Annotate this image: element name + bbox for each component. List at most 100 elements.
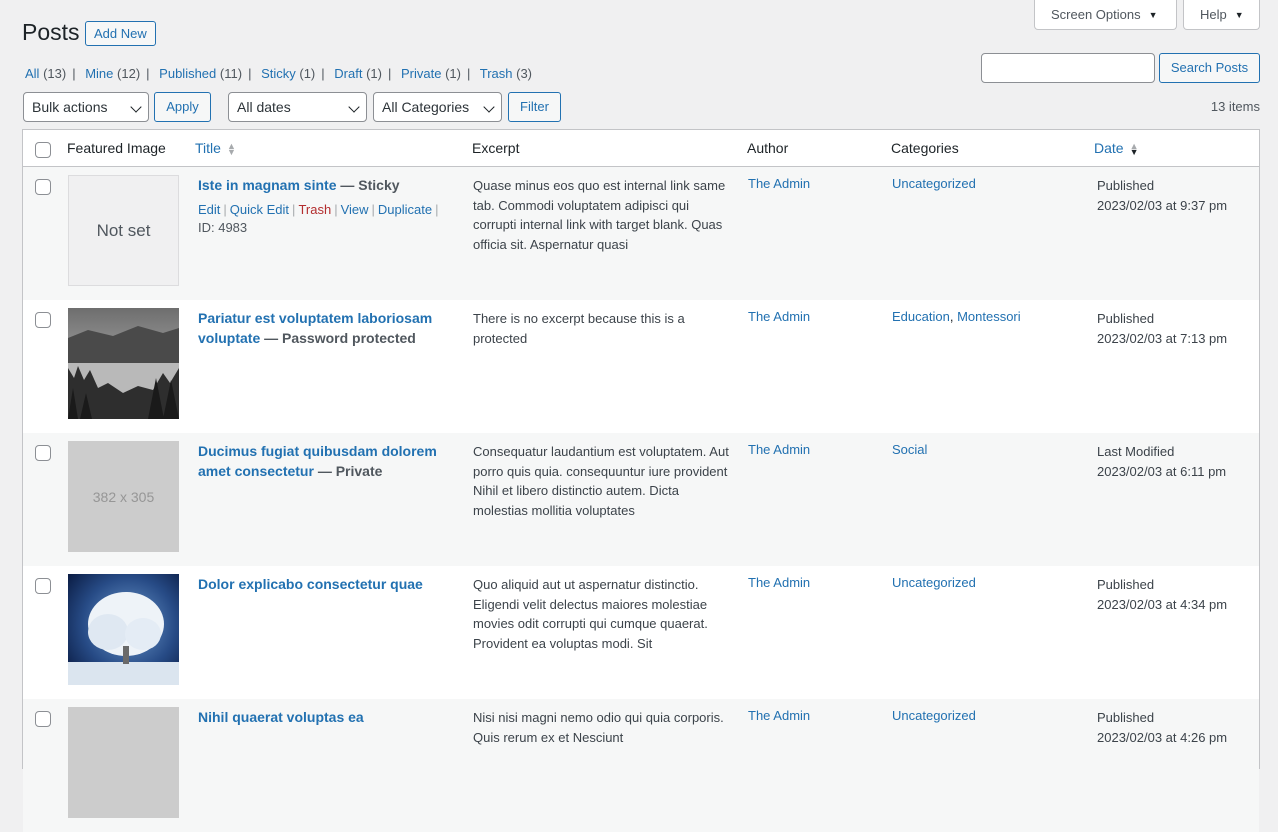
column-date[interactable]: Date ▲ ▼ bbox=[1094, 140, 1139, 158]
view-link[interactable]: View bbox=[341, 202, 369, 217]
post-title: Nihil quaerat voluptas ea bbox=[198, 707, 458, 727]
row-actions: Edit | Quick Edit | Trash | View | Duplicate | bbox=[198, 202, 439, 217]
view-private[interactable]: Private bbox=[401, 66, 441, 81]
post-title-link[interactable]: Dolor explicabo consectetur quae bbox=[198, 576, 423, 592]
date-value: 2023/02/03 at 6:11 pm bbox=[1097, 463, 1227, 479]
post-title-link[interactable]: Iste in magnam sinte bbox=[198, 177, 336, 193]
table-row: Not set Iste in magnam sinte — Sticky Ed… bbox=[23, 167, 1259, 300]
screen-options-button[interactable]: Screen Options ▼ bbox=[1034, 0, 1177, 30]
search-input[interactable] bbox=[981, 53, 1155, 83]
category-link[interactable]: Montessori bbox=[957, 309, 1021, 324]
bulk-actions-select[interactable]: Bulk actions bbox=[23, 92, 149, 122]
author-link[interactable]: The Admin bbox=[748, 309, 810, 324]
filter-button[interactable]: Filter bbox=[508, 92, 561, 122]
category-link[interactable]: Uncategorized bbox=[892, 176, 976, 191]
post-excerpt: Nisi nisi magni nemo odio qui quia corpo… bbox=[473, 710, 724, 745]
row-checkbox[interactable] bbox=[35, 578, 51, 594]
items-count: 13 items bbox=[1210, 99, 1260, 114]
column-author: Author bbox=[747, 140, 789, 156]
search-posts-button[interactable]: Search Posts bbox=[1159, 53, 1260, 83]
column-categories: Categories bbox=[891, 140, 959, 156]
post-categories: Uncategorized bbox=[892, 708, 976, 723]
view-sticky[interactable]: Sticky bbox=[261, 66, 296, 81]
post-categories: Uncategorized bbox=[892, 575, 976, 590]
post-categories: Uncategorized bbox=[892, 176, 976, 191]
post-status-views: All (13) | Mine (12) | Published (11) | Sti… bbox=[25, 66, 533, 81]
column-title-label: Title bbox=[195, 140, 221, 156]
post-date: Last Modified 2023/02/03 at 6:11 pm bbox=[1097, 442, 1226, 481]
frosted-tree-image bbox=[68, 574, 179, 685]
featured-image-placeholder[interactable] bbox=[68, 707, 179, 818]
table-header: Featured Image Title ▲ ▼ Excerpt Author Ca… bbox=[23, 130, 1259, 167]
category-link[interactable]: Uncategorized bbox=[892, 575, 976, 590]
view-trash[interactable]: Trash bbox=[480, 66, 513, 81]
column-excerpt: Excerpt bbox=[472, 140, 520, 156]
date-value: 2023/02/03 at 7:13 pm bbox=[1097, 330, 1228, 346]
dates-select[interactable]: All dates bbox=[228, 92, 367, 122]
author-link[interactable]: The Admin bbox=[748, 575, 810, 590]
row-checkbox[interactable] bbox=[35, 445, 51, 461]
table-row: Dolor explicabo consectetur quae Quo ali… bbox=[23, 566, 1259, 699]
help-label: Help bbox=[1200, 7, 1227, 22]
view-mine[interactable]: Mine bbox=[85, 66, 113, 81]
post-date: Published 2023/02/03 at 7:13 pm bbox=[1097, 309, 1227, 348]
post-excerpt: Consequatur laudantium est voluptatem. A… bbox=[473, 444, 729, 518]
apply-button[interactable]: Apply bbox=[154, 92, 211, 122]
row-checkbox[interactable] bbox=[35, 711, 51, 727]
sort-icon: ▲ ▼ bbox=[226, 141, 236, 158]
table-row: Nihil quaerat voluptas ea Nisi nisi magn… bbox=[23, 699, 1259, 832]
post-title: Dolor explicabo consectetur quae bbox=[198, 574, 458, 594]
post-date: Published 2023/02/03 at 4:26 pm bbox=[1097, 708, 1227, 747]
category-link[interactable]: Uncategorized bbox=[892, 708, 976, 723]
select-all-checkbox[interactable] bbox=[35, 142, 51, 158]
view-published[interactable]: Published bbox=[159, 66, 216, 81]
post-excerpt: Quo aliquid aut ut aspernatur distinctio… bbox=[473, 577, 708, 651]
row-checkbox[interactable] bbox=[35, 312, 51, 328]
date-status: Last Modified bbox=[1097, 444, 1175, 459]
chevron-down-icon bbox=[348, 101, 360, 113]
post-title-link[interactable]: Nihil quaerat voluptas ea bbox=[198, 709, 364, 725]
posts-table: Featured Image Title ▲ ▼ Excerpt Author Ca… bbox=[22, 129, 1260, 832]
featured-image-thumbnail[interactable] bbox=[68, 574, 179, 685]
dates-value: All dates bbox=[237, 99, 291, 115]
quick-edit-link[interactable]: Quick Edit bbox=[230, 202, 289, 217]
screen-options-label: Screen Options bbox=[1051, 7, 1141, 22]
add-new-button[interactable]: Add New bbox=[85, 21, 156, 46]
date-status: Published bbox=[1097, 710, 1155, 725]
date-value: 2023/02/03 at 4:26 pm bbox=[1097, 729, 1228, 745]
post-excerpt: Quase minus eos quo est internal link sa… bbox=[473, 178, 726, 252]
post-state: — Private bbox=[317, 463, 383, 479]
author-link[interactable]: The Admin bbox=[748, 708, 810, 723]
featured-image-thumbnail[interactable] bbox=[68, 308, 179, 419]
column-title[interactable]: Title ▲ ▼ bbox=[195, 140, 236, 158]
lake-forest-image bbox=[68, 308, 179, 419]
author-link[interactable]: The Admin bbox=[748, 176, 810, 191]
edit-link[interactable]: Edit bbox=[198, 202, 220, 217]
post-id: ID: 4983 bbox=[198, 220, 248, 235]
post-categories: Social bbox=[892, 442, 927, 457]
view-draft[interactable]: Draft bbox=[334, 66, 362, 81]
date-status: Published bbox=[1097, 577, 1155, 592]
sort-desc-icon: ▲ ▼ bbox=[1129, 141, 1139, 158]
featured-image-not-set: Not set bbox=[68, 175, 179, 286]
row-checkbox[interactable] bbox=[35, 179, 51, 195]
bulk-actions-value: Bulk actions bbox=[32, 99, 108, 115]
trash-link[interactable]: Trash bbox=[298, 202, 331, 217]
column-featured-image: Featured Image bbox=[67, 140, 166, 156]
post-categories: Education, Montessori bbox=[892, 309, 1021, 324]
author-link[interactable]: The Admin bbox=[748, 442, 810, 457]
date-status: Published bbox=[1097, 178, 1155, 193]
duplicate-link[interactable]: Duplicate bbox=[378, 202, 432, 217]
post-title: Iste in magnam sinte — Sticky bbox=[198, 175, 458, 195]
category-link[interactable]: Social bbox=[892, 442, 927, 457]
category-link[interactable]: Education bbox=[892, 309, 950, 324]
view-all[interactable]: All bbox=[25, 66, 39, 81]
help-button[interactable]: Help ▼ bbox=[1183, 0, 1260, 30]
post-title: Ducimus fugiat quibusdam dolorem amet co… bbox=[198, 441, 458, 481]
featured-image-placeholder[interactable]: 382 x 305 bbox=[68, 441, 179, 552]
table-row: 382 x 305 Ducimus fugiat quibusdam dolor… bbox=[23, 433, 1259, 566]
post-title: Pariatur est voluptatem laboriosam volup… bbox=[198, 308, 458, 348]
post-state: — Sticky bbox=[340, 177, 400, 193]
post-date: Published 2023/02/03 at 4:34 pm bbox=[1097, 575, 1227, 614]
categories-select[interactable]: All Categories bbox=[373, 92, 502, 122]
